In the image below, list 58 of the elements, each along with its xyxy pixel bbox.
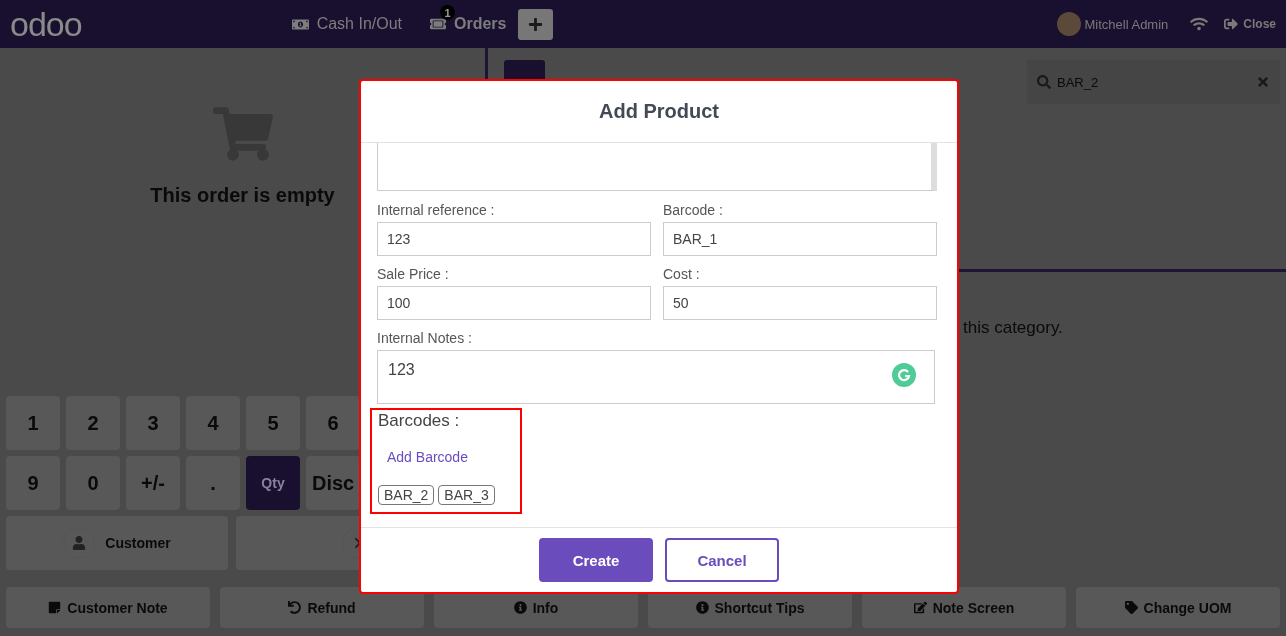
cash-in-out-button[interactable]: Cash In/Out <box>316 15 402 33</box>
numpad-key[interactable]: . <box>186 456 240 510</box>
order-count-badge: 1 <box>440 5 455 20</box>
undo-icon <box>288 601 302 614</box>
numpad-key[interactable]: 4 <box>186 396 240 450</box>
plus-icon <box>528 16 544 32</box>
add-barcode-link[interactable]: Add Barcode <box>387 449 514 465</box>
input-field[interactable]: 123 <box>377 222 651 256</box>
numpad-key[interactable]: +/- <box>126 456 180 510</box>
numpad-key[interactable]: 1 <box>6 396 60 450</box>
refresh-icon <box>892 363 916 387</box>
field-label: Cost : <box>663 266 701 282</box>
sign-out-icon <box>1224 17 1239 31</box>
orders-button[interactable]: Orders <box>454 15 507 33</box>
barcode-tag: BAR_2 <box>378 485 435 505</box>
add-order-button[interactable] <box>518 8 554 40</box>
customer-button[interactable]: Customer <box>6 516 228 570</box>
field-label: Internal reference : <box>377 202 496 218</box>
no-products-message: this category. <box>963 318 1063 338</box>
note-icon <box>48 601 62 614</box>
action-button[interactable]: Change UOM <box>1076 587 1280 628</box>
barcode-tag: BAR_3 <box>438 485 495 505</box>
input-field[interactable]: 100 <box>377 286 651 320</box>
action-button[interactable]: Customer Note <box>6 587 210 628</box>
numpad-key[interactable]: 6 <box>306 396 360 450</box>
wifi-icon <box>1190 15 1209 33</box>
field-label: Internal Notes : <box>377 330 473 346</box>
logo: odoo <box>10 7 82 41</box>
user-icon <box>72 536 87 550</box>
search-icon <box>1037 75 1051 89</box>
numpad-key[interactable]: 2 <box>66 396 120 450</box>
numpad-key[interactable]: 5 <box>246 396 300 450</box>
info-icon <box>513 601 527 614</box>
action-button[interactable]: Note Screen <box>862 587 1066 628</box>
barcodes-label: Barcodes : <box>378 411 461 431</box>
notes-field[interactable]: 123 <box>377 350 935 404</box>
create-button[interactable]: Create <box>539 538 653 582</box>
input-field[interactable]: BAR_1 <box>663 222 937 256</box>
numpad-key[interactable]: Qty <box>246 456 300 510</box>
avatar <box>1056 12 1081 36</box>
empty-order-message: This order is empty <box>150 184 335 207</box>
ticket-icon <box>430 16 446 32</box>
cancel-button[interactable]: Cancel <box>665 538 779 582</box>
info-icon <box>695 601 709 614</box>
input-field[interactable]: 50 <box>663 286 937 320</box>
close-button[interactable]: Close <box>1243 17 1276 31</box>
numpad-key[interactable]: 0 <box>66 456 120 510</box>
field-label: Barcode : <box>663 202 724 218</box>
field-label: Sale Price : <box>377 266 450 282</box>
search-field[interactable]: BAR_2 <box>1027 60 1280 104</box>
user-name[interactable]: Mitchell Admin <box>1084 16 1169 32</box>
edit-icon <box>913 601 927 614</box>
action-button[interactable]: Refund <box>220 587 424 628</box>
numpad-key[interactable]: 9 <box>6 456 60 510</box>
numpad-key[interactable]: 3 <box>126 396 180 450</box>
tag-icon <box>1124 601 1138 614</box>
dialog-title: Add Product <box>599 100 719 123</box>
numpad-key[interactable]: Disc <box>306 456 360 510</box>
